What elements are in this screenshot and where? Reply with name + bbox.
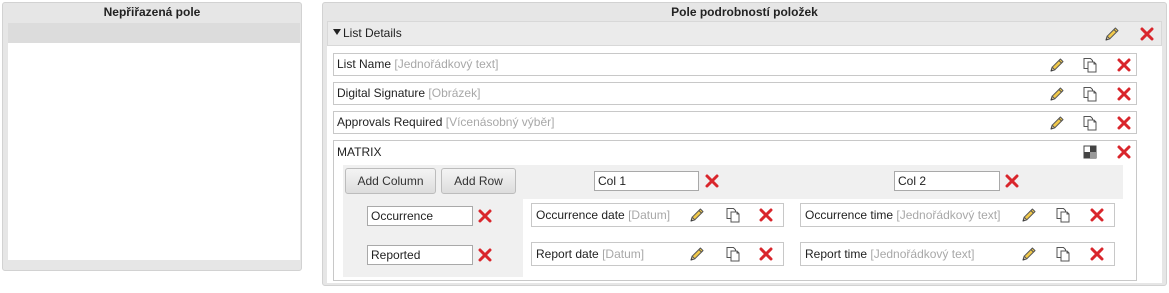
pencil-icon[interactable] — [688, 206, 706, 224]
matrix-delete-x-icon[interactable] — [1115, 143, 1133, 161]
copy-icon[interactable] — [1081, 114, 1099, 132]
copy-icon[interactable] — [724, 245, 742, 263]
matrix-field[interactable]: MATRIX Add Column Add Row Occurrence dat… — [333, 140, 1137, 281]
matrix-cell[interactable]: Occurrence time [Jednořádkový text] — [800, 203, 1115, 227]
field-label: List Name [Jednořádkový text] — [337, 57, 499, 71]
field-label: Approvals Required [Vícenásobný výběr] — [337, 115, 555, 129]
pencil-icon[interactable] — [1048, 114, 1066, 132]
section-title[interactable]: List Details — [343, 22, 402, 45]
pencil-icon[interactable] — [1048, 56, 1066, 74]
item-detail-fields-panel: Pole podrobností položek List Details Li… — [322, 2, 1167, 286]
copy-icon[interactable] — [1054, 245, 1072, 263]
pencil-icon[interactable] — [1020, 245, 1038, 263]
field-row-digital-signature[interactable]: Digital Signature [Obrázek] — [333, 82, 1137, 105]
matrix-cell[interactable]: Occurrence date [Datum] — [531, 203, 784, 227]
add-row-button[interactable]: Add Row — [441, 168, 516, 194]
unassigned-fields-drop-area[interactable] — [8, 43, 300, 260]
field-row-approvals-required[interactable]: Approvals Required [Vícenásobný výběr] — [333, 111, 1137, 134]
delete-column-x-icon[interactable] — [1003, 172, 1021, 190]
copy-icon[interactable] — [1081, 56, 1099, 74]
add-column-button[interactable]: Add Column — [345, 168, 436, 194]
copy-icon[interactable] — [1054, 206, 1072, 224]
pencil-icon[interactable] — [1020, 206, 1038, 224]
unassigned-fields-panel: Nepřiřazená pole — [2, 2, 302, 271]
row-name-input[interactable] — [367, 245, 473, 265]
matrix-cells-area: Occurrence date [Datum] Occurrence time … — [523, 199, 1123, 279]
copy-icon[interactable] — [1081, 85, 1099, 103]
section-delete-x-icon[interactable] — [1138, 25, 1156, 43]
triangle-down-icon[interactable] — [332, 27, 342, 37]
section-header[interactable]: List Details — [327, 21, 1162, 46]
delete-row-x-icon[interactable] — [476, 207, 494, 225]
field-label: Digital Signature [Obrázek] — [337, 86, 481, 100]
copy-icon[interactable] — [724, 206, 742, 224]
matrix-grid: Add Column Add Row Occurrence date [Datu… — [343, 165, 1123, 279]
delete-x-icon[interactable] — [757, 245, 775, 263]
unassigned-fields-title: Nepřiřazená pole — [103, 5, 201, 19]
row-name-input[interactable] — [367, 206, 473, 226]
matrix-cell[interactable]: Report date [Datum] — [531, 242, 784, 266]
matrix-cell[interactable]: Report time [Jednořádkový text] — [800, 242, 1115, 266]
delete-x-icon[interactable] — [757, 206, 775, 224]
item-detail-fields-title: Pole podrobností položek — [671, 5, 818, 19]
delete-x-icon[interactable] — [1115, 85, 1133, 103]
section-edit-pencil-icon[interactable] — [1103, 25, 1121, 43]
column-name-input[interactable] — [894, 171, 1000, 191]
matrix-settings-icon[interactable] — [1081, 143, 1099, 161]
delete-column-x-icon[interactable] — [703, 172, 721, 190]
delete-x-icon[interactable] — [1088, 206, 1106, 224]
list-details-section: List Details List Name [Jednořádkový tex… — [327, 21, 1162, 283]
field-row-list-name[interactable]: List Name [Jednořádkový text] — [333, 53, 1137, 76]
pencil-icon[interactable] — [1048, 85, 1066, 103]
delete-x-icon[interactable] — [1115, 114, 1133, 132]
pencil-icon[interactable] — [688, 245, 706, 263]
column-name-input[interactable] — [594, 171, 699, 191]
matrix-label: MATRIX — [337, 145, 382, 159]
delete-x-icon[interactable] — [1115, 56, 1133, 74]
delete-row-x-icon[interactable] — [476, 246, 494, 264]
delete-x-icon[interactable] — [1088, 245, 1106, 263]
unassigned-fields-header-bar — [8, 23, 300, 43]
